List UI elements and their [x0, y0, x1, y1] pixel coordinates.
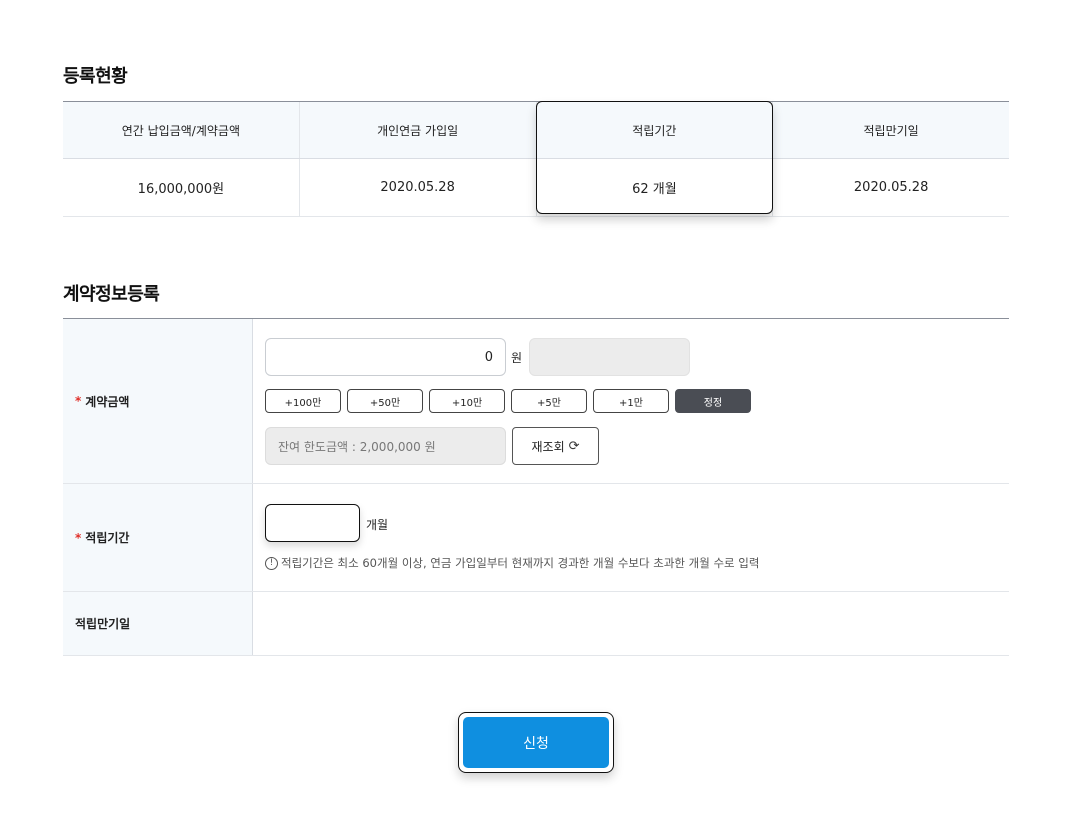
info-icon: !	[265, 556, 278, 570]
amount-korean-readout	[529, 338, 690, 376]
form-row-period: * 적립기간 개월 ! 적립기간은 최소 60개월 이상, 연금 가입일부터 현…	[63, 484, 1009, 592]
cell-join-date: 2020.05.28	[300, 159, 537, 216]
status-section-title: 등록현황	[63, 66, 128, 87]
reload-button-label: 재조회	[531, 439, 565, 454]
add-100man-button[interactable]: +100만	[265, 389, 341, 413]
column-annual-amount: 연간 납입금액/계약금액	[63, 102, 300, 158]
period-label-text: 적립기간	[85, 531, 130, 545]
period-content: 개월 ! 적립기간은 최소 60개월 이상, 연금 가입일부터 현재까지 경과한…	[253, 484, 1009, 591]
maturity-value	[253, 592, 1009, 655]
reload-button[interactable]: 재조회 ⟳	[512, 427, 599, 465]
quick-amount-buttons: +100만 +50만 +10만 +5만 +1만 정정	[265, 389, 751, 413]
won-unit: 원	[511, 351, 523, 365]
amount-content: 원 +100만 +50만 +10만 +5만 +1만 정정 잔여 한도금액 : 2…	[253, 319, 1009, 483]
add-1man-button[interactable]: +1만	[593, 389, 669, 413]
apply-button-focus-ring: 신청	[458, 712, 614, 773]
correct-button[interactable]: 정정	[675, 389, 751, 413]
status-table: 연간 납입금액/계약금액 개인연금 가입일 적립기간 적립만기일 16,000,…	[63, 101, 1009, 217]
add-5man-button[interactable]: +5만	[511, 389, 587, 413]
maturity-label: 적립만기일	[63, 592, 253, 655]
column-period: 적립기간	[537, 102, 774, 158]
column-join-date: 개인연금 가입일	[300, 102, 537, 158]
apply-button[interactable]: 신청	[463, 717, 609, 768]
table-row: 16,000,000원 2020.05.28 62 개월 2020.05.28	[63, 159, 1009, 217]
form-row-amount: * 계약금액 원 +100만 +50만 +10만 +5만 +1만 정정 잔여 한…	[63, 319, 1009, 484]
register-form: * 계약금액 원 +100만 +50만 +10만 +5만 +1만 정정 잔여 한…	[63, 318, 1009, 656]
add-10man-button[interactable]: +10만	[429, 389, 505, 413]
period-notice-text: 적립기간은 최소 60개월 이상, 연금 가입일부터 현재까지 경과한 개월 수…	[281, 556, 760, 570]
form-row-maturity: 적립만기일	[63, 592, 1009, 656]
cell-maturity-date: 2020.05.28	[853, 180, 929, 195]
required-mark: *	[75, 530, 82, 545]
refresh-icon: ⟳	[568, 438, 580, 454]
period-input[interactable]	[265, 504, 360, 542]
required-mark: *	[75, 394, 82, 408]
amount-input[interactable]	[265, 338, 506, 376]
remaining-limit: 잔여 한도금액 : 2,000,000 원	[265, 427, 506, 465]
amount-label-text: 계약금액	[85, 394, 130, 409]
cell-period: 62 개월	[537, 159, 774, 216]
register-section-title: 계약정보등록	[63, 284, 160, 305]
period-notice: ! 적립기간은 최소 60개월 이상, 연금 가입일부터 현재까지 경과한 개월…	[265, 555, 759, 571]
status-table-header: 연간 납입금액/계약금액 개인연금 가입일 적립기간 적립만기일	[63, 102, 1009, 159]
cell-annual-amount: 16,000,000원	[63, 159, 300, 216]
add-50man-button[interactable]: +50만	[347, 389, 423, 413]
period-label: * 적립기간	[63, 484, 253, 591]
month-unit: 개월	[366, 518, 389, 532]
column-maturity-date: 적립만기일	[863, 123, 919, 138]
amount-label: * 계약금액	[63, 319, 253, 483]
